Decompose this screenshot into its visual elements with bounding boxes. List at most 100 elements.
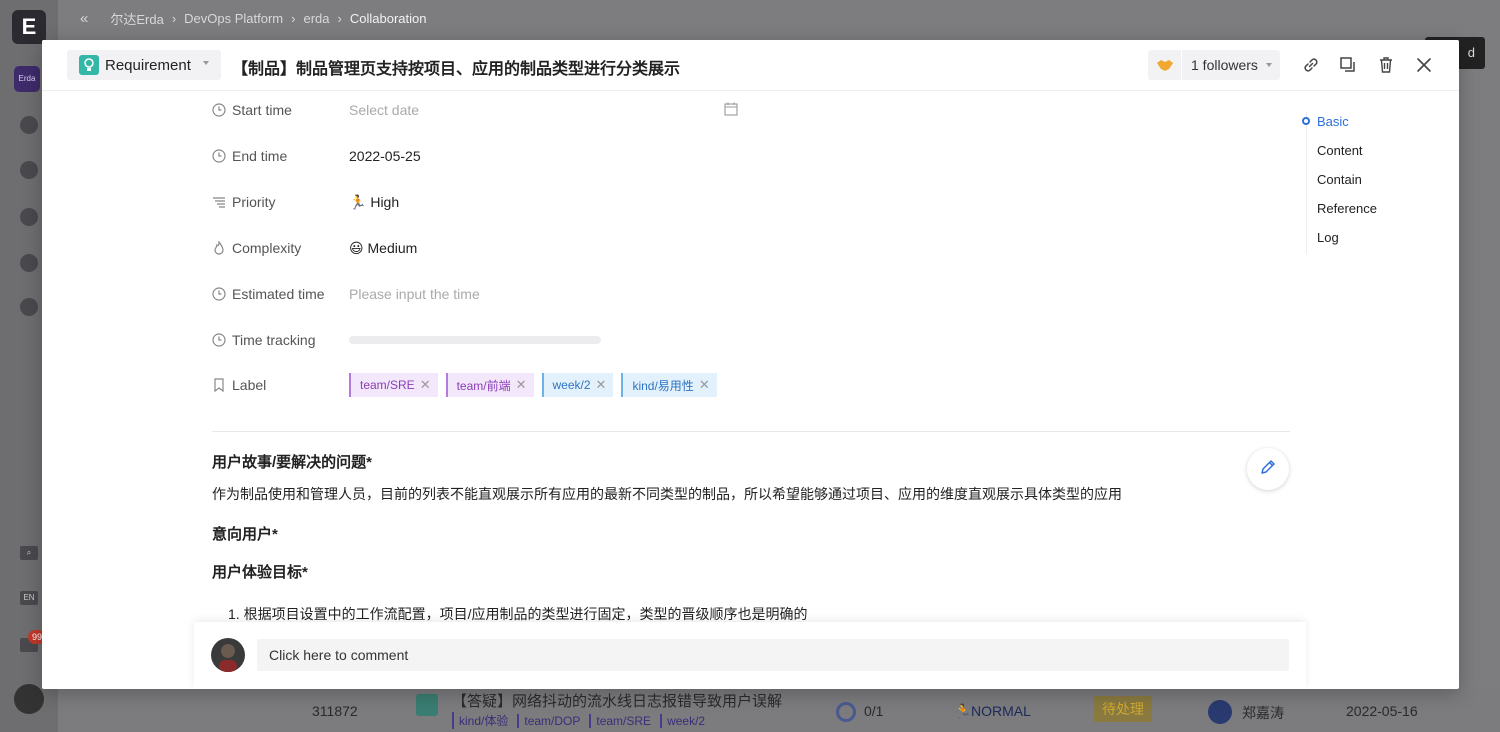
nav-circle-icon[interactable] bbox=[20, 254, 38, 272]
row-title[interactable]: 【答疑】网络抖动的流水线日志报错导致用户误解 bbox=[452, 690, 782, 711]
field-start-time: Start time Select date bbox=[212, 98, 419, 122]
end-time-label: End time bbox=[232, 148, 288, 164]
user-avatar[interactable] bbox=[14, 684, 44, 714]
followers-control[interactable]: 1 followers bbox=[1148, 50, 1280, 80]
remove-tag-icon[interactable]: ✕ bbox=[596, 377, 607, 393]
breadcrumb-sep: › bbox=[337, 11, 342, 26]
end-time-picker[interactable]: 2022-05-25 bbox=[349, 148, 421, 164]
section-anchor-nav: Basic Content Contain Reference Log bbox=[1302, 112, 1416, 254]
delete-icon[interactable] bbox=[1375, 54, 1397, 76]
clock-icon bbox=[212, 287, 226, 301]
calendar-icon[interactable] bbox=[724, 102, 738, 116]
tag-text: team/SRE bbox=[360, 378, 415, 392]
nav-dots-icon[interactable] bbox=[20, 116, 38, 134]
remove-tag-icon[interactable]: ✕ bbox=[516, 377, 527, 393]
field-label: Complexity bbox=[212, 240, 349, 256]
field-end-time: End time 2022-05-25 bbox=[212, 144, 421, 168]
field-label: End time bbox=[212, 148, 349, 164]
flame-icon bbox=[212, 241, 226, 255]
progress-ring-icon bbox=[836, 702, 856, 722]
breadcrumb-item[interactable]: erda bbox=[303, 11, 329, 26]
priority-icon bbox=[212, 195, 226, 209]
start-time-picker[interactable]: Select date bbox=[349, 102, 419, 118]
handshake-icon[interactable] bbox=[1148, 50, 1182, 80]
field-label: Estimated time bbox=[212, 286, 349, 302]
user-avatar bbox=[211, 638, 245, 672]
estimated-time-input[interactable]: Please input the time bbox=[349, 286, 480, 302]
app-switcher-badge[interactable]: Erda bbox=[14, 66, 40, 92]
field-priority: Priority 🏃 High bbox=[212, 190, 399, 214]
copy-icon[interactable] bbox=[1337, 54, 1359, 76]
followers-count[interactable]: 1 followers bbox=[1182, 57, 1280, 73]
label-tag[interactable]: kind/易用性 ✕ bbox=[621, 373, 717, 397]
pencil-icon bbox=[1260, 459, 1276, 480]
row-id: 311872 bbox=[312, 703, 358, 719]
running-icon: 🏃 bbox=[349, 193, 367, 210]
content-heading: 用户故事/要解决的问题* bbox=[212, 454, 373, 471]
clock-icon bbox=[212, 103, 226, 117]
language-switch[interactable]: EN bbox=[20, 591, 38, 605]
tag-text: kind/易用性 bbox=[632, 378, 694, 393]
breadcrumb-item[interactable]: 尔达Erda bbox=[110, 9, 163, 28]
anchor-content[interactable]: Content bbox=[1317, 143, 1363, 158]
content-heading: 意向用户* bbox=[212, 526, 278, 543]
caret-down-icon bbox=[1265, 63, 1272, 67]
breadcrumb-item[interactable]: DevOps Platform bbox=[184, 11, 283, 26]
breadcrumb-item-current: Collaboration bbox=[349, 11, 427, 26]
lightbulb-icon bbox=[79, 55, 99, 75]
field-label: Time tracking bbox=[212, 332, 349, 348]
complexity-select[interactable]: 😃 Medium bbox=[349, 240, 417, 257]
nav-cube-icon[interactable] bbox=[20, 161, 38, 179]
time-tracking-bar[interactable] bbox=[349, 336, 601, 344]
content-list-item: 1. 根据项目设置中的工作流配置，项目/应用制品的类型进行固定，类型的晋级顺序也… bbox=[228, 606, 808, 622]
table-row[interactable]: 311872 【答疑】网络抖动的流水线日志报错导致用户误解 kind/体验 tea… bbox=[58, 690, 1500, 732]
row-progress: 0/1 bbox=[864, 703, 884, 719]
row-tag: week/2 bbox=[660, 714, 710, 728]
content-paragraph: 作为制品使用和管理人员，目前的列表不能直观展示所有应用的最新不同类型的制品，所以… bbox=[212, 486, 1122, 502]
nav-cloud-icon[interactable] bbox=[20, 208, 38, 226]
row-tag: team/SRE bbox=[589, 714, 656, 728]
remove-tag-icon[interactable]: ✕ bbox=[420, 377, 431, 393]
anchor-log[interactable]: Log bbox=[1317, 230, 1339, 245]
modal-header: Requirement 【制品】制品管理页支持按项目、应用的制品类型进行分类展示… bbox=[42, 40, 1459, 91]
field-label: Label bbox=[212, 377, 349, 393]
row-assignee: 郑嘉涛 bbox=[1242, 705, 1284, 721]
issue-type-select[interactable]: Requirement bbox=[67, 50, 221, 80]
priority-select[interactable]: 🏃 High bbox=[349, 194, 399, 211]
running-icon: 🏃 bbox=[954, 703, 972, 719]
breadcrumb-sep: › bbox=[171, 11, 177, 26]
field-label: Priority bbox=[212, 194, 349, 210]
erda-logo[interactable]: E bbox=[12, 10, 46, 44]
breadcrumb: « 尔达Erda › DevOps Platform › erda › Coll… bbox=[80, 9, 426, 28]
collapse-icon[interactable]: « bbox=[80, 10, 88, 27]
estimated-time-label: Estimated time bbox=[232, 286, 325, 302]
complexity-label: Complexity bbox=[232, 240, 302, 256]
field-time-tracking: Time tracking bbox=[212, 328, 601, 352]
row-state[interactable]: 待处理 bbox=[1094, 696, 1152, 722]
label-tag[interactable]: team/前端 ✕ bbox=[445, 373, 534, 397]
issue-title[interactable]: 【制品】制品管理页支持按项目、应用的制品类型进行分类展示 bbox=[232, 55, 680, 79]
tag-text: week/2 bbox=[552, 378, 591, 392]
requirement-icon bbox=[416, 694, 438, 716]
row-tag: team/DOP bbox=[517, 714, 585, 728]
clock-icon bbox=[212, 149, 226, 163]
tag-text: team/前端 bbox=[456, 378, 511, 393]
label-field-label: Label bbox=[232, 377, 267, 393]
anchor-contain[interactable]: Contain bbox=[1317, 172, 1362, 187]
link-icon[interactable] bbox=[1300, 54, 1322, 76]
followers-label: 1 followers bbox=[1191, 57, 1258, 73]
active-anchor-dot bbox=[1302, 117, 1310, 125]
clock-icon bbox=[212, 333, 226, 347]
anchor-basic[interactable]: Basic bbox=[1317, 114, 1349, 129]
close-icon[interactable] bbox=[1413, 54, 1435, 76]
issue-detail-modal: Requirement 【制品】制品管理页支持按项目、应用的制品类型进行分类展示… bbox=[42, 40, 1459, 689]
remove-tag-icon[interactable]: ✕ bbox=[699, 377, 710, 393]
nav-layers-icon[interactable] bbox=[20, 298, 38, 316]
label-tag[interactable]: team/SRE ✕ bbox=[349, 373, 438, 397]
comment-input[interactable]: Click here to comment bbox=[257, 639, 1289, 671]
search-icon[interactable]: ⌕ bbox=[20, 546, 38, 560]
label-tag[interactable]: week/2 ✕ bbox=[541, 373, 614, 397]
anchor-reference[interactable]: Reference bbox=[1317, 201, 1377, 216]
row-tag: kind/体验 bbox=[452, 712, 513, 729]
edit-content-button[interactable] bbox=[1247, 448, 1289, 490]
